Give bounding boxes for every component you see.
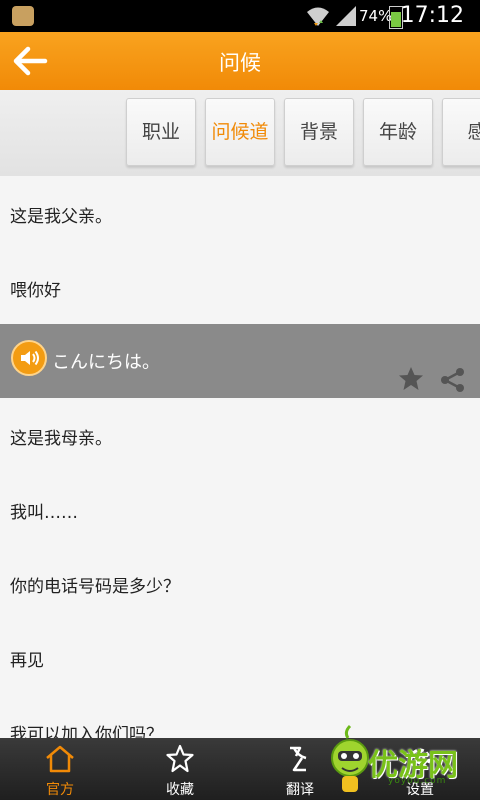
star-icon[interactable] bbox=[398, 366, 424, 392]
home-icon bbox=[46, 745, 74, 773]
phrase-row[interactable]: 我叫…… bbox=[0, 472, 480, 547]
phrase-list: 这是我父亲。 喂你好 こんにちは。 这是我母亲。 我叫…… 你的电话号码是多少？… bbox=[0, 176, 480, 738]
phrase-text: 喂你好 bbox=[10, 281, 61, 301]
phrase-text: 这是我母亲。 bbox=[10, 429, 112, 449]
tab-greetings[interactable]: 问候道 bbox=[205, 98, 275, 166]
phrase-row[interactable]: 喂你好 bbox=[0, 250, 480, 325]
nav-label: 官方 bbox=[46, 782, 74, 798]
clock: 17:12 bbox=[400, 3, 464, 28]
wifi-icon bbox=[307, 7, 329, 26]
phrase-text: 我可以加入你们吗？ bbox=[10, 725, 163, 738]
phrase-row[interactable]: 这是我母亲。 bbox=[0, 398, 480, 473]
page-title: 问候 bbox=[219, 51, 261, 75]
phrase-text: 再见 bbox=[10, 651, 44, 671]
nav-label: 设置 bbox=[406, 782, 434, 798]
nav-official[interactable]: 官方 bbox=[0, 738, 120, 800]
bottom-navigation: 官方 收藏 翻译 设置 bbox=[0, 738, 480, 800]
nav-label: 收藏 bbox=[166, 782, 194, 798]
battery-percentage: 74% bbox=[359, 7, 393, 25]
share-icon[interactable] bbox=[440, 367, 466, 393]
translation-text: こんにちは。 bbox=[52, 352, 160, 373]
signal-icon bbox=[336, 6, 356, 26]
phrase-row[interactable]: 这是我父亲。 bbox=[0, 176, 480, 251]
nav-settings[interactable]: 设置 bbox=[360, 738, 480, 800]
speaker-icon[interactable] bbox=[11, 340, 47, 376]
phrase-row[interactable]: 我可以加入你们吗？ bbox=[0, 694, 480, 738]
nav-label: 翻译 bbox=[286, 782, 314, 798]
nav-favorites[interactable]: 收藏 bbox=[120, 738, 240, 800]
tab-profession[interactable]: 职业 bbox=[126, 98, 196, 166]
app-notification-icon bbox=[12, 6, 34, 26]
nav-translate[interactable]: 翻译 bbox=[240, 738, 360, 800]
phrase-row[interactable]: 你的电话号码是多少？ bbox=[0, 546, 480, 621]
tab-age[interactable]: 年龄 bbox=[363, 98, 433, 166]
category-tabs: 职业 问候道 背景 年龄 感 bbox=[0, 90, 480, 176]
phrase-translation-panel[interactable]: こんにちは。 bbox=[0, 324, 480, 398]
phrase-text: 我叫…… bbox=[10, 503, 78, 523]
phrase-text: 这是我父亲。 bbox=[10, 207, 112, 227]
tab-background[interactable]: 背景 bbox=[284, 98, 354, 166]
phrase-row[interactable]: 再见 bbox=[0, 620, 480, 695]
star-outline-icon bbox=[166, 744, 194, 773]
tab-feelings[interactable]: 感 bbox=[442, 98, 480, 166]
phrase-text: 你的电话号码是多少？ bbox=[10, 577, 180, 597]
title-bar: 问候 bbox=[0, 32, 480, 90]
status-bar: 74% 17:12 bbox=[0, 0, 480, 32]
translate-icon bbox=[290, 746, 307, 772]
gear-icon bbox=[409, 748, 431, 770]
